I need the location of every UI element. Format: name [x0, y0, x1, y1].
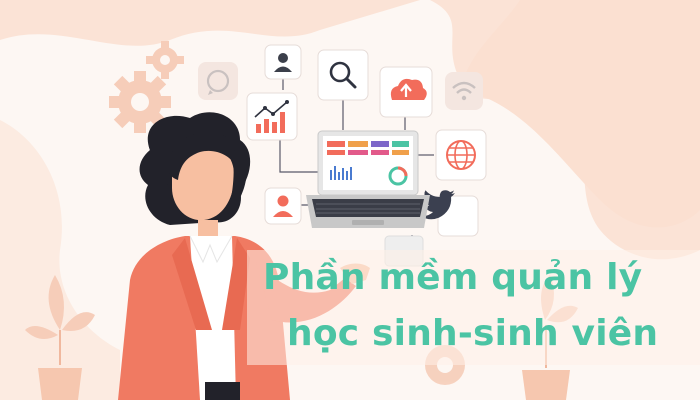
whatsapp-icon: [198, 62, 238, 100]
search-icon: [317, 49, 369, 101]
wifi-icon: [445, 72, 483, 110]
title-line-2: học sinh-sinh viên: [287, 313, 659, 354]
cloud-upload-icon: [379, 66, 433, 118]
user-icon: [264, 187, 302, 225]
title-line-1: Phần mềm quản lý: [263, 257, 643, 298]
laptop: [306, 130, 430, 228]
user-icon: [264, 44, 302, 80]
chart-icon: [246, 92, 298, 141]
globe-icon: [435, 129, 487, 181]
